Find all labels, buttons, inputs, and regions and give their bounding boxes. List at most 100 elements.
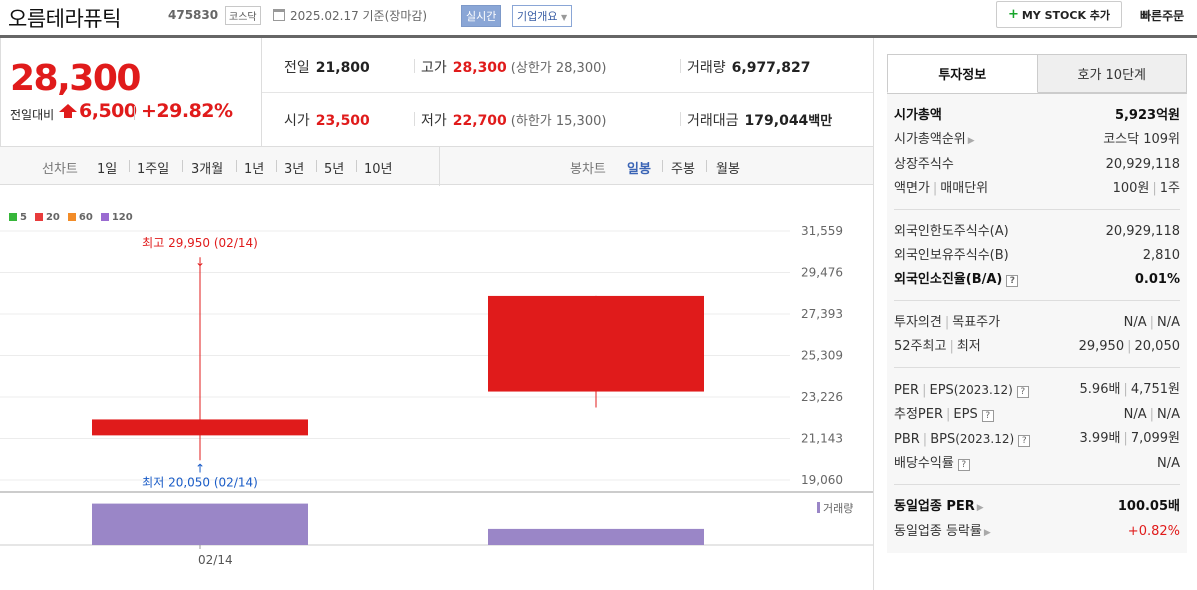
- stock-name: 오름테라퓨틱: [8, 7, 121, 31]
- period-10y[interactable]: 10년: [364, 158, 393, 177]
- company-info-button[interactable]: 기업개요 ▼: [512, 5, 573, 27]
- face-label: 액면가: [894, 181, 930, 196]
- help-icon[interactable]: ?: [981, 410, 994, 422]
- divider: |: [944, 315, 950, 330]
- panel-body: 시가총액 5,923억원 시가총액순위 ▶ 코스닥 109위 상장주식수 20,929,…: [887, 94, 1187, 553]
- help-icon[interactable]: ?: [1018, 435, 1031, 447]
- volume-bar: [488, 528, 704, 545]
- row-divider: [262, 92, 873, 93]
- low-label: 저가: [421, 113, 447, 129]
- est-per-values: N/A | N/A: [1124, 403, 1180, 427]
- period-5y[interactable]: 5년: [324, 158, 344, 177]
- period-3y[interactable]: 3년: [284, 158, 304, 177]
- high-label: 고가: [421, 60, 447, 76]
- face-value: 100원: [1112, 181, 1150, 196]
- divider: [414, 59, 415, 73]
- divider: [316, 160, 317, 172]
- row-foreign-hold: 외국인보유주식수(B) 2,810: [894, 244, 1180, 268]
- help-icon[interactable]: ?: [1006, 275, 1019, 287]
- quote-date: 2025.02.17 기준(장마감): [290, 9, 428, 23]
- pbr-values: 3.99배 | 7,099원: [1080, 427, 1180, 452]
- foreign-hold-label: 외국인보유주식수(B): [894, 248, 1009, 263]
- row-cap-rank[interactable]: 시가총액순위 ▶ 코스닥 109위: [894, 128, 1180, 153]
- divider: [134, 106, 135, 120]
- industry-per-label: 동일업종 PER: [894, 499, 975, 514]
- y-tick-label: 27,393: [801, 307, 843, 321]
- upper-limit: (상한가 28,300): [510, 61, 607, 76]
- candle-body: [92, 419, 308, 436]
- eps-label: EPS: [929, 383, 954, 398]
- row-per: PER | EPS(2023.12)? 5.96배 | 4,751원: [894, 378, 1180, 403]
- tab-order-book[interactable]: 호가 10단계: [1037, 54, 1187, 93]
- pbr-key: PBR | BPS(2023.12)?: [894, 427, 1031, 452]
- up-arrow-icon: ↑: [195, 461, 205, 475]
- prev-close-label: 전일: [284, 60, 310, 76]
- prev-close: 전일 21,800: [284, 57, 370, 77]
- est-eps-value: N/A: [1157, 407, 1180, 422]
- chevron-down-icon: ▼: [560, 13, 568, 22]
- stock-code: 475830: [168, 8, 219, 22]
- high-value: 28,300: [452, 60, 507, 76]
- investment-panel: 투자정보 호가 10단계 시가총액 5,923억원 시가총액순위 ▶ 코스닥 109위…: [887, 54, 1187, 553]
- row-shares: 상장주식수 20,929,118: [894, 153, 1180, 177]
- current-price: 28,300: [10, 58, 141, 99]
- w52-low-label: 최저: [956, 339, 981, 354]
- est-per-key: 추정PER | EPS?: [894, 403, 994, 427]
- volume-swatch: [817, 502, 820, 513]
- divider: |: [1123, 382, 1128, 397]
- bps-value: 7,099원: [1130, 431, 1180, 446]
- divider: |: [922, 432, 928, 447]
- row-industry-per[interactable]: 동일업종 PER ▶ 100.05배: [894, 495, 1180, 520]
- add-mystock-button[interactable]: + MY STOCK 추가: [996, 1, 1122, 28]
- period-3m[interactable]: 3개월: [191, 158, 223, 177]
- divider: [680, 59, 681, 73]
- help-icon[interactable]: ?: [957, 459, 970, 471]
- divider: |: [1149, 407, 1154, 422]
- volume-legend: 거래량: [817, 500, 853, 516]
- row-industry-change[interactable]: 동일업종 등락률 ▶ +0.82%: [894, 520, 1180, 545]
- divider: |: [946, 407, 951, 422]
- period-1d[interactable]: 1일: [97, 158, 117, 177]
- change-label: 전일대비: [10, 108, 55, 122]
- cap-rank-key: 시가총액순위 ▶: [894, 128, 975, 153]
- down-arrow-icon: ↓: [195, 255, 205, 269]
- candle-weekly[interactable]: 주봉: [671, 158, 695, 177]
- low-price: 저가 22,700 (하한가 15,300): [421, 110, 606, 130]
- pbr-label: PBR: [894, 432, 920, 447]
- calendar-icon: [273, 9, 285, 21]
- market-cap-label: 시가총액: [894, 108, 942, 123]
- row-pbr: PBR | BPS(2023.12)? 3.99배 | 7,099원: [894, 427, 1180, 452]
- trade-amount: 거래대금 179,044백만: [687, 110, 832, 130]
- period-1w[interactable]: 1주일: [137, 158, 169, 177]
- row-opinion: 투자의견 | 목표주가 N/A | N/A: [894, 311, 1180, 335]
- chevron-right-icon: ▶: [976, 503, 984, 513]
- per-value: 5.96배: [1079, 382, 1121, 397]
- plus-icon: +: [1007, 7, 1019, 22]
- bps-label: BPS: [930, 432, 956, 447]
- y-tick-label: 25,309: [801, 349, 843, 363]
- quick-order-button[interactable]: 빠른주문: [1140, 7, 1184, 24]
- open-label: 시가: [284, 113, 310, 129]
- bps-year: (2023.12): [955, 432, 1015, 446]
- section-foreign: 외국인한도주식수(A) 20,929,118 외국인보유주식수(B) 2,810 외…: [894, 210, 1180, 301]
- volume: 거래량 6,977,827: [687, 57, 810, 77]
- foreign-ratio-value: 0.01%: [1134, 272, 1180, 287]
- y-tick-label: 29,476: [801, 266, 843, 280]
- foreign-ratio-label: 외국인소진율(B/A): [894, 272, 1003, 287]
- realtime-button[interactable]: 실시간: [461, 5, 502, 27]
- period-1y[interactable]: 1년: [244, 158, 264, 177]
- company-info-label: 기업개요: [517, 10, 558, 23]
- divider: [706, 160, 707, 172]
- help-icon[interactable]: ?: [1016, 386, 1029, 398]
- candle-daily[interactable]: 일봉: [627, 158, 651, 177]
- amount-unit: 백만: [808, 114, 833, 129]
- w52-high-label: 52주최고: [894, 339, 947, 354]
- chevron-right-icon: ▶: [983, 528, 991, 538]
- divider: [662, 160, 663, 172]
- candle-monthly[interactable]: 월봉: [716, 158, 740, 177]
- y-tick-label: 19,060: [801, 473, 843, 487]
- foreign-hold-value: 2,810: [1142, 248, 1180, 263]
- tab-invest-info[interactable]: 투자정보: [887, 54, 1038, 93]
- opinion-value: N/A: [1123, 315, 1147, 330]
- row-market-cap: 시가총액 5,923억원: [894, 104, 1180, 128]
